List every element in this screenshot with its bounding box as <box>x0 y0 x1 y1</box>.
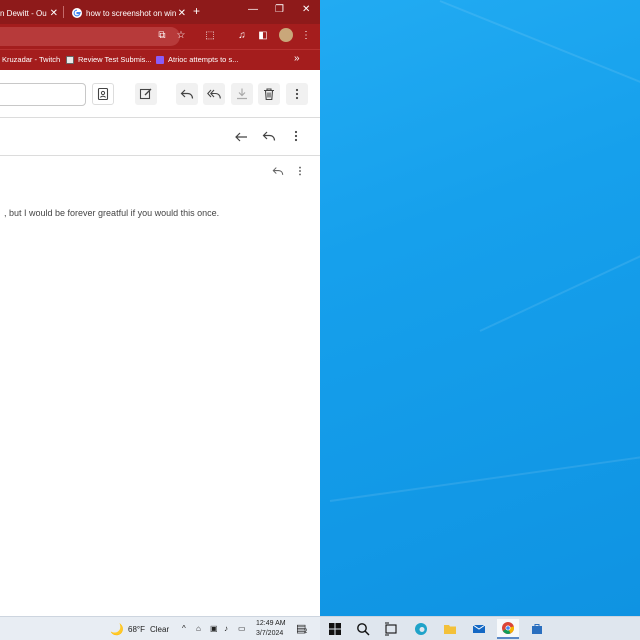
browser-window: n Dewitt - Ou ✕ how to screenshot on win… <box>0 0 320 616</box>
media-icon[interactable]: ♫ <box>236 30 248 42</box>
cast-icon[interactable]: ⧉ <box>156 30 168 42</box>
edge-icon <box>415 623 427 635</box>
wallpaper-ray <box>439 0 640 100</box>
new-tab-icon[interactable]: + <box>193 4 200 18</box>
more-actions-button[interactable] <box>286 83 308 105</box>
tab-close-icon[interactable]: ✕ <box>178 8 186 19</box>
menu-kebab-icon[interactable]: ⋮ <box>300 30 312 42</box>
store-app[interactable] <box>526 619 548 639</box>
compose-button[interactable] <box>135 83 157 105</box>
more-vertical-icon <box>295 88 299 100</box>
avatar[interactable] <box>279 28 293 42</box>
mail-toolbar <box>0 71 320 118</box>
message-more-icon[interactable] <box>294 165 306 177</box>
mail-app[interactable] <box>468 619 490 639</box>
tab-label: n Dewitt - Ou <box>0 8 47 18</box>
bookmark-label: Kruzadar - Twitch <box>2 55 61 64</box>
address-bar[interactable] <box>0 27 180 46</box>
extensions-icon[interactable]: ⬚ <box>204 30 216 42</box>
notification-count: 2 <box>304 629 308 635</box>
task-view-button[interactable] <box>380 619 402 639</box>
bookmark-label: Review Test Submis... <box>78 55 152 64</box>
windows-icon <box>329 623 341 635</box>
volume-icon[interactable]: ♪ <box>224 624 228 633</box>
bookmark-star-icon[interactable]: ☆ <box>175 30 187 42</box>
chrome-icon <box>502 622 515 634</box>
google-icon <box>72 8 82 18</box>
start-button[interactable] <box>324 619 346 639</box>
meet-now-icon[interactable]: ⌂ <box>196 624 201 633</box>
bookmark-atrioc[interactable]: Atrioc attempts to s... <box>156 55 238 64</box>
trash-icon <box>264 88 274 101</box>
chrome-app[interactable] <box>497 619 519 639</box>
reply-icon <box>180 89 194 99</box>
message-body-text: , but I would be forever greatful if you… <box>4 208 220 218</box>
browser-toolbar: ⧉ ☆ ⬚ ♫ ◧ ⋮ <box>0 24 320 49</box>
message-reply-icon[interactable] <box>272 165 284 177</box>
back-arrow-icon[interactable] <box>234 130 248 144</box>
reply-all-icon <box>207 89 221 99</box>
bookmarks-bar: Kruzadar - Twitch Review Test Submis... … <box>0 49 320 70</box>
wallpaper-ray <box>329 452 640 502</box>
taskbar-right <box>320 616 640 640</box>
reply-button[interactable] <box>176 83 198 105</box>
bookmark-label: Atrioc attempts to s... <box>168 55 239 64</box>
folder-icon <box>444 625 456 634</box>
reply-icon[interactable] <box>262 129 276 143</box>
display-icon[interactable]: ▣ <box>210 624 218 633</box>
edge-app[interactable] <box>410 619 432 639</box>
delete-button[interactable] <box>258 83 280 105</box>
search-input[interactable] <box>0 83 86 106</box>
reply-all-button[interactable] <box>203 83 225 105</box>
chevron-up-icon[interactable]: ^ <box>182 624 186 633</box>
tab-outlook[interactable]: n Dewitt - Ou ✕ <box>0 2 62 24</box>
clock-time[interactable]: 12:49 AM <box>256 620 286 627</box>
tab-google-search[interactable]: how to screenshot on win ✕ <box>64 2 190 24</box>
twitch-icon <box>156 55 164 64</box>
more-vertical-icon[interactable] <box>289 129 303 143</box>
tab-label: how to screenshot on win <box>86 8 177 18</box>
minimize-icon[interactable]: — <box>248 4 258 15</box>
download-icon <box>237 88 247 100</box>
bookmark-review-test[interactable]: Review Test Submis... <box>66 55 152 64</box>
bookmark-twitch[interactable]: Kruzadar - Twitch <box>2 55 60 64</box>
document-icon <box>66 55 74 64</box>
task-view-icon <box>385 622 397 636</box>
address-book-icon <box>97 87 109 101</box>
file-explorer-app[interactable] <box>439 619 461 639</box>
clock-date[interactable]: 3/7/2024 <box>256 630 283 637</box>
side-panel-icon[interactable]: ◧ <box>257 30 269 42</box>
restore-icon[interactable]: ❐ <box>275 4 284 15</box>
more-bookmarks-button[interactable]: » <box>294 53 300 64</box>
weather-temp[interactable]: 68°F <box>128 625 145 634</box>
mail-icon <box>472 624 486 633</box>
store-icon <box>532 624 542 634</box>
address-book-button[interactable] <box>92 83 114 105</box>
moon-icon[interactable]: 🌙 <box>110 623 124 636</box>
download-button[interactable] <box>231 83 253 105</box>
tab-strip: n Dewitt - Ou ✕ how to screenshot on win… <box>0 0 320 24</box>
weather-condition[interactable]: Clear <box>150 625 169 634</box>
message-header <box>0 119 320 156</box>
close-window-icon[interactable]: ✕ <box>302 4 310 15</box>
tab-close-icon[interactable]: ✕ <box>50 8 58 19</box>
search-icon <box>357 623 370 636</box>
network-icon[interactable]: ▭ <box>238 624 246 633</box>
compose-icon <box>139 88 152 100</box>
wallpaper-ray <box>479 245 640 332</box>
search-button[interactable] <box>352 619 374 639</box>
